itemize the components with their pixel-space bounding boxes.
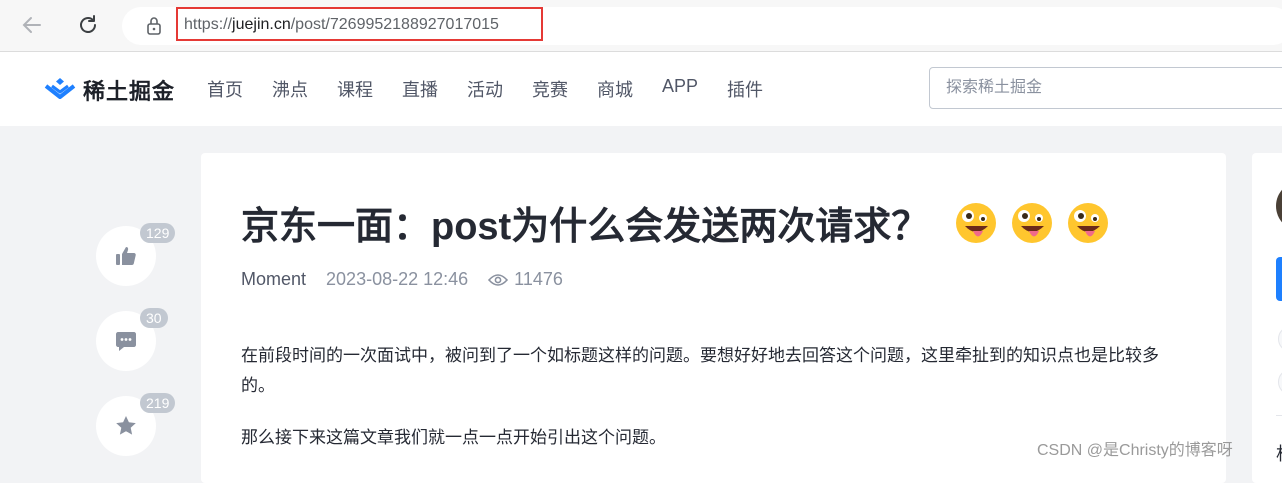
url-text[interactable]: https://juejin.cn/post/72699521889270170…: [184, 16, 499, 34]
nav-item-home[interactable]: 首页: [207, 76, 243, 102]
zany-face-icon: [956, 202, 997, 243]
search-input[interactable]: [944, 68, 1248, 108]
like-button[interactable]: 129: [96, 223, 176, 286]
stat-icon: [1278, 369, 1282, 395]
author-name[interactable]: Moment: [241, 269, 306, 290]
csdn-watermark: CSDN @是Christy的博客呀: [1037, 442, 1233, 459]
divider: [1276, 415, 1282, 416]
like-count-badge: 129: [140, 223, 176, 243]
article-meta: Moment 2023-08-22 12:46 11476: [241, 269, 563, 290]
article-card: 京东一面：post为什么会发送两次请求？ Moment 2023-08-22 1…: [201, 153, 1226, 483]
view-count-value: 11476: [514, 269, 563, 289]
publish-date: 2023-08-22 12:46: [326, 269, 469, 289]
stat-icon: [1278, 326, 1282, 352]
url-path: /post/7269952188927017015: [290, 16, 499, 33]
arrow-left-icon: [22, 17, 41, 33]
comment-count-badge: 30: [140, 308, 168, 328]
lock-icon[interactable]: [146, 16, 162, 36]
reload-button[interactable]: [74, 11, 102, 39]
url-domain: juejin.cn: [232, 16, 291, 33]
view-count: 11476: [488, 269, 563, 290]
url-prefix: https://: [184, 16, 233, 33]
nav-item-app[interactable]: APP: [662, 76, 698, 102]
star-icon: [116, 416, 136, 435]
comment-button[interactable]: 30: [96, 308, 168, 371]
browser-toolbar: https://juejin.cn/post/72699521889270170…: [0, 0, 1282, 52]
article-paragraph: 在前段时间的一次面试中，被问到了一个如标题这样的问题。要想好好地去回答这个问题，…: [241, 346, 1159, 395]
nav-item-events[interactable]: 活动: [467, 76, 503, 102]
nav-item-shop[interactable]: 商城: [597, 76, 633, 102]
follow-button[interactable]: [1276, 257, 1282, 301]
address-bar[interactable]: https://juejin.cn/post/72699521889270170…: [122, 7, 1282, 45]
main-nav: 首页 沸点 课程 直播 活动 竞赛 商城 APP 插件: [207, 76, 792, 102]
nav-item-plugins[interactable]: 插件: [727, 76, 763, 102]
nav-item-live[interactable]: 直播: [402, 76, 438, 102]
author-avatar[interactable]: [1276, 181, 1282, 231]
site-header: 稀土掘金 首页 沸点 课程 直播 活动 竞赛 商城 APP 插件: [0, 52, 1282, 126]
article-title: 京东一面：post为什么会发送两次请求？: [241, 206, 930, 248]
comment-icon: [116, 332, 136, 351]
juejin-logo-icon: [44, 78, 76, 99]
nav-item-courses[interactable]: 课程: [337, 76, 373, 102]
collect-button[interactable]: 219: [96, 393, 176, 456]
back-button[interactable]: [18, 11, 46, 39]
search-box[interactable]: [929, 67, 1282, 109]
zany-face-icon: [1012, 202, 1053, 243]
article-title-row: 京东一面：post为什么会发送两次请求？: [241, 195, 1109, 250]
reload-icon: [80, 15, 96, 33]
sidebar-partial-text: 相: [1276, 440, 1282, 466]
author-sidebar-card: 相: [1252, 153, 1282, 483]
thumbs-up-icon: [116, 247, 136, 265]
eye-icon: [488, 273, 509, 286]
emoji-group: [955, 202, 1109, 244]
collect-count-badge: 219: [140, 393, 176, 413]
site-logo[interactable]: 稀土掘金: [43, 74, 175, 106]
nav-item-pins[interactable]: 沸点: [272, 76, 308, 102]
logo-text: 稀土掘金: [83, 79, 176, 104]
nav-item-contests[interactable]: 竞赛: [532, 76, 568, 102]
zany-face-icon: [1068, 202, 1109, 243]
